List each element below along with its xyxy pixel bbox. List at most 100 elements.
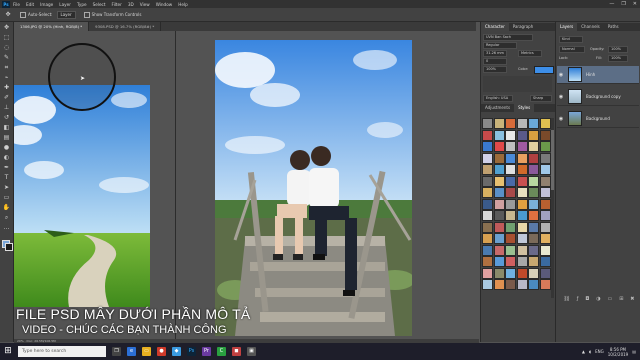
transform-controls-checkbox[interactable]	[83, 11, 90, 18]
tab-document-2[interactable]: 9308.PSD @ 16.7% (RGB/8#) *	[89, 22, 162, 31]
volume-icon[interactable]: ◖	[589, 349, 591, 354]
menu-image[interactable]: Image	[40, 2, 53, 7]
eraser-tool-icon[interactable]: ◧	[2, 124, 11, 132]
tab-adjustments[interactable]: Adjustments	[481, 104, 514, 112]
layer-row-background-copy[interactable]: ◉ Background copy	[557, 88, 639, 106]
auto-select-dropdown[interactable]: Layer	[56, 10, 76, 19]
close-button[interactable]: ✕	[633, 1, 637, 7]
menu-file[interactable]: File	[13, 2, 20, 7]
minimize-button[interactable]: —	[609, 1, 614, 7]
menu-layer[interactable]: Layer	[59, 2, 71, 7]
style-swatch[interactable]	[528, 279, 539, 290]
style-swatch[interactable]	[505, 210, 516, 221]
style-swatch[interactable]	[528, 152, 539, 164]
style-swatch[interactable]	[482, 129, 493, 141]
opacity-field[interactable]: 100%	[608, 46, 628, 53]
style-swatch[interactable]	[528, 164, 539, 175]
vertical-scale-field[interactable]: 100%	[483, 66, 507, 73]
style-swatch[interactable]	[528, 175, 539, 187]
style-swatch[interactable]	[493, 221, 505, 233]
fill-field[interactable]: 100%	[608, 55, 628, 62]
auto-select-checkbox[interactable]	[20, 11, 26, 18]
styles-scrollbar[interactable]	[551, 118, 554, 298]
edge-icon[interactable]: e	[127, 347, 136, 356]
style-swatch[interactable]	[528, 221, 539, 233]
text-color-swatch[interactable]	[534, 66, 554, 74]
style-swatch[interactable]	[505, 129, 516, 141]
photoshop-taskbar-icon[interactable]: Ps	[187, 347, 196, 356]
style-swatch[interactable]	[505, 198, 516, 210]
type-tool-icon[interactable]: T	[2, 174, 11, 182]
style-swatch[interactable]	[505, 233, 516, 244]
menu-select[interactable]: Select	[93, 2, 106, 7]
blend-mode-dropdown[interactable]: Normal	[559, 46, 585, 53]
style-swatch[interactable]	[482, 233, 493, 244]
document-sky-road-image[interactable]	[14, 85, 150, 307]
style-swatch[interactable]	[516, 164, 528, 175]
maximize-button[interactable]: ❐	[621, 1, 625, 7]
background-color-swatch[interactable]	[5, 243, 13, 251]
link-layers-icon[interactable]: ⛓	[563, 296, 569, 304]
mask-icon[interactable]: ◘	[585, 296, 589, 304]
clock[interactable]: 8:56 PM 10/2/2019	[608, 347, 629, 357]
style-swatch[interactable]	[528, 141, 539, 152]
style-swatch[interactable]	[516, 244, 528, 256]
blur-tool-icon[interactable]: ●	[2, 144, 11, 152]
app-icon[interactable]: C	[217, 347, 226, 356]
style-swatch[interactable]	[482, 210, 493, 221]
path-select-tool-icon[interactable]: ➤	[2, 184, 11, 192]
app-icon[interactable]: ◼	[232, 347, 241, 356]
windows-start-icon[interactable]: ⊞	[0, 343, 16, 360]
style-swatch[interactable]	[505, 256, 516, 267]
style-swatch[interactable]	[493, 233, 505, 244]
style-swatch[interactable]	[528, 210, 539, 221]
style-swatch[interactable]	[516, 187, 528, 198]
style-swatch[interactable]	[493, 152, 505, 164]
language-indicator[interactable]: ENG	[595, 349, 604, 354]
style-swatch[interactable]	[505, 244, 516, 256]
network-icon[interactable]: ▲	[582, 349, 585, 354]
app-icon[interactable]: ▣	[247, 347, 256, 356]
style-swatch[interactable]	[539, 164, 551, 175]
style-swatch[interactable]	[539, 256, 551, 267]
style-swatch[interactable]	[528, 198, 539, 210]
font-style-field[interactable]: Regular	[483, 42, 517, 49]
eyedropper-tool-icon[interactable]: ⌁	[2, 74, 11, 82]
crop-tool-icon[interactable]: ⌗	[2, 64, 11, 72]
style-swatch[interactable]	[528, 118, 539, 129]
style-swatch[interactable]	[528, 244, 539, 256]
menu-type[interactable]: Type	[77, 2, 87, 7]
tracking-field[interactable]: 0	[483, 58, 507, 65]
style-swatch[interactable]	[493, 118, 505, 129]
menu-filter[interactable]: Filter	[111, 2, 121, 7]
style-swatch[interactable]	[516, 198, 528, 210]
style-swatch[interactable]	[482, 256, 493, 267]
style-swatch[interactable]	[539, 267, 551, 279]
style-swatch[interactable]	[528, 129, 539, 141]
notifications-icon[interactable]: ▤	[632, 349, 636, 354]
menu-3d[interactable]: 3D	[128, 2, 134, 7]
more-tools-icon[interactable]: …	[2, 224, 11, 232]
style-swatch[interactable]	[482, 279, 493, 290]
move-tool-icon[interactable]: ✥	[4, 11, 12, 19]
style-swatch[interactable]	[482, 175, 493, 187]
style-swatch[interactable]	[493, 164, 505, 175]
move-tool-icon[interactable]: ✥	[2, 24, 11, 32]
style-swatch[interactable]	[493, 187, 505, 198]
style-swatch[interactable]	[516, 141, 528, 152]
pen-tool-icon[interactable]: ✒	[2, 164, 11, 172]
lasso-tool-icon[interactable]: ◌	[2, 44, 11, 52]
style-swatch[interactable]	[505, 187, 516, 198]
layer-row-background[interactable]: ◉ Background	[557, 110, 639, 128]
style-swatch[interactable]	[493, 141, 505, 152]
style-swatch[interactable]	[482, 187, 493, 198]
style-swatch[interactable]	[539, 221, 551, 233]
style-swatch[interactable]	[505, 221, 516, 233]
style-swatch[interactable]	[539, 152, 551, 164]
style-swatch[interactable]	[516, 267, 528, 279]
antialias-dropdown[interactable]: Sharp	[530, 95, 552, 102]
font-size-field[interactable]: 31.26 mm	[483, 50, 507, 57]
style-swatch[interactable]	[493, 244, 505, 256]
style-swatch[interactable]	[482, 141, 493, 152]
leading-field[interactable]: Metrics	[518, 50, 542, 57]
